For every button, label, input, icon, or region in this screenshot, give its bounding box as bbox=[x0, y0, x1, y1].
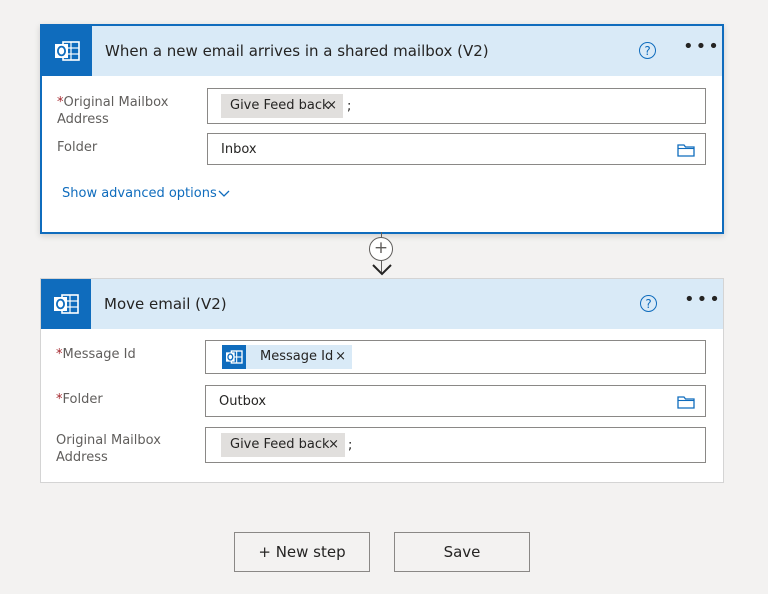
folder-value: Inbox bbox=[221, 142, 257, 157]
action-card-header[interactable]: Move email (V2) ? ••• bbox=[41, 279, 723, 329]
message-id-token[interactable]: Message Id × bbox=[222, 345, 352, 369]
outlook-icon bbox=[222, 345, 246, 369]
action-mailbox-address-input[interactable]: Give Feed back × ; bbox=[205, 427, 706, 463]
trigger-card-header[interactable]: When a new email arrives in a shared mai… bbox=[42, 26, 722, 76]
trigger-title: When a new email arrives in a shared mai… bbox=[105, 42, 489, 60]
action-folder-value: Outbox bbox=[219, 394, 267, 409]
add-step-icon[interactable]: + bbox=[369, 237, 393, 261]
remove-token-icon[interactable]: × bbox=[326, 94, 337, 118]
chevron-down-icon[interactable] bbox=[218, 190, 230, 198]
action-card[interactable]: Move email (V2) ? ••• *Message Id Messag… bbox=[40, 278, 724, 483]
help-circle-icon[interactable]: ? bbox=[639, 42, 656, 59]
more-options-icon[interactable]: ••• bbox=[683, 38, 719, 60]
message-id-label-text: Message Id bbox=[62, 347, 136, 362]
action-mailbox-token-label: Give Feed back bbox=[230, 437, 330, 452]
folder-input[interactable]: Inbox bbox=[207, 133, 706, 165]
trigger-card[interactable]: When a new email arrives in a shared mai… bbox=[40, 24, 724, 234]
help-circle-icon[interactable]: ? bbox=[640, 295, 657, 312]
show-advanced-options-link[interactable]: Show advanced options bbox=[62, 186, 217, 201]
action-folder-input[interactable]: Outbox bbox=[205, 385, 706, 417]
message-id-label: *Message Id bbox=[56, 346, 136, 363]
mailbox-address-input[interactable]: Give Feed back × ; bbox=[207, 88, 706, 124]
mailbox-address-label: *Original Mailbox Address bbox=[57, 94, 197, 128]
remove-token-icon[interactable]: × bbox=[335, 345, 346, 369]
action-mailbox-token[interactable]: Give Feed back × bbox=[221, 433, 345, 457]
mailbox-token[interactable]: Give Feed back × bbox=[221, 94, 343, 118]
save-button[interactable]: Save bbox=[394, 532, 530, 572]
arrow-down-icon bbox=[372, 264, 392, 276]
new-step-button[interactable]: + New step bbox=[234, 532, 370, 572]
folder-picker-icon[interactable] bbox=[677, 143, 695, 157]
outlook-icon bbox=[41, 279, 91, 329]
folder-picker-icon[interactable] bbox=[677, 395, 695, 409]
action-mailbox-address-label: Original Mailbox Address bbox=[56, 433, 161, 465]
mailbox-address-label-text: Original Mailbox Address bbox=[57, 95, 169, 127]
more-options-icon[interactable]: ••• bbox=[684, 291, 720, 313]
remove-token-icon[interactable]: × bbox=[328, 433, 339, 457]
message-id-token-label: Message Id bbox=[260, 349, 334, 364]
action-folder-label-text: Folder bbox=[62, 392, 103, 407]
outlook-icon bbox=[42, 26, 92, 76]
message-id-input[interactable]: Message Id × bbox=[205, 340, 706, 374]
token-separator: ; bbox=[347, 99, 352, 114]
action-folder-label: *Folder bbox=[56, 391, 103, 408]
token-separator: ; bbox=[348, 438, 353, 453]
folder-label: Folder bbox=[57, 140, 98, 155]
action-title: Move email (V2) bbox=[104, 295, 227, 313]
mailbox-token-label: Give Feed back bbox=[230, 98, 330, 113]
